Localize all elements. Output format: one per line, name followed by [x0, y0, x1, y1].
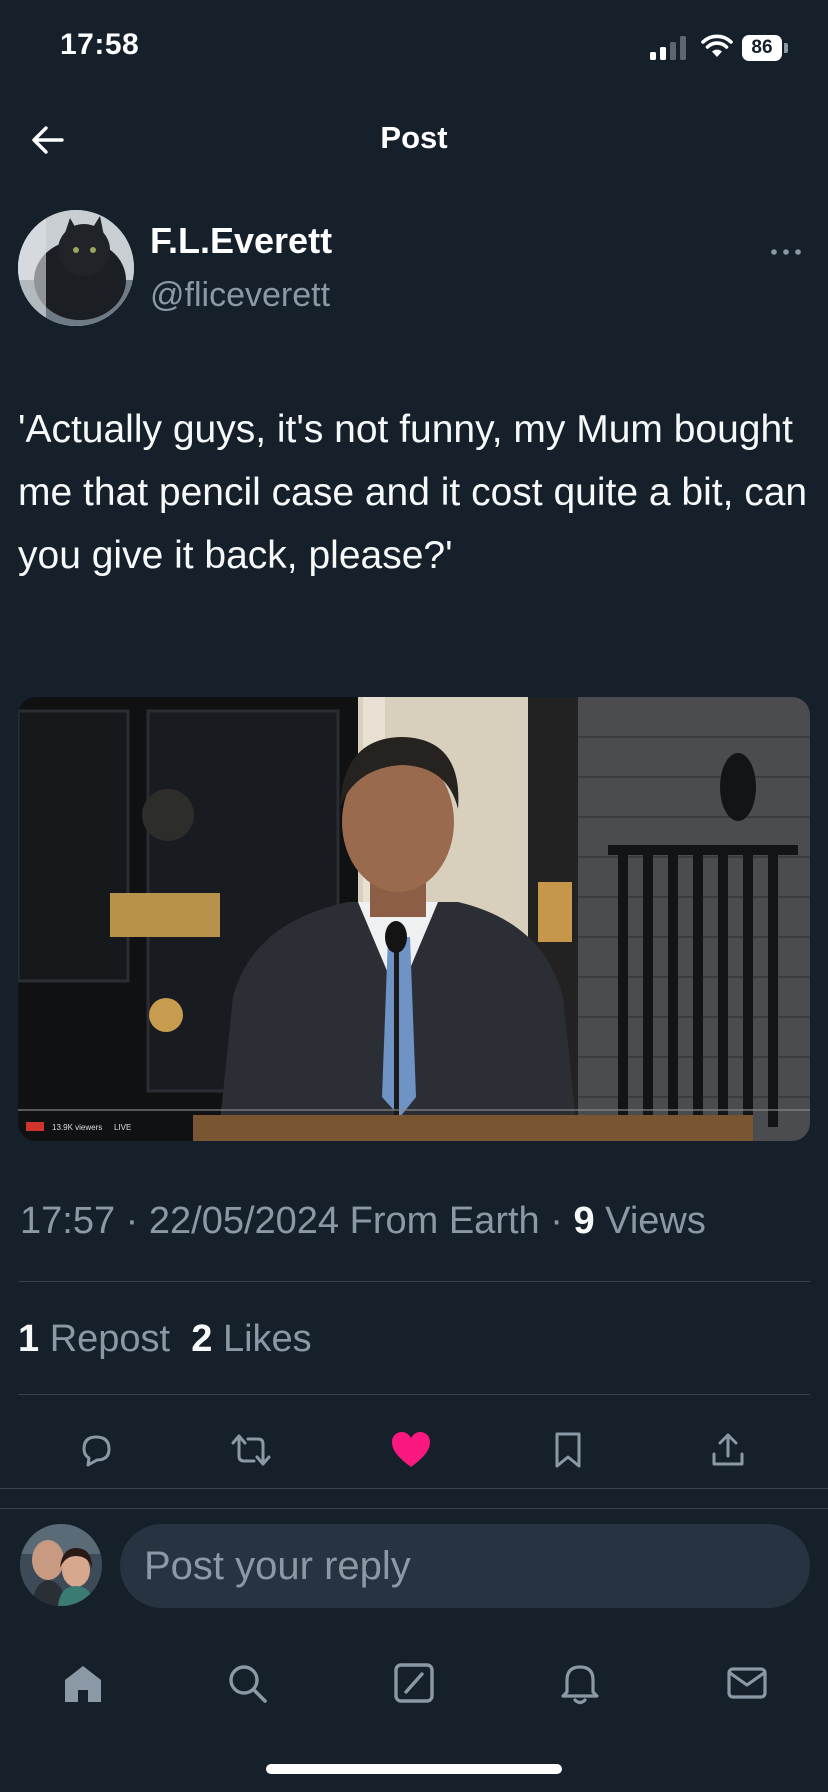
- divider: [18, 1394, 810, 1395]
- author-handle[interactable]: @fliceverett: [150, 276, 330, 315]
- media-overlay-views: 13.9K viewers: [52, 1123, 102, 1132]
- share-icon: [712, 1433, 744, 1466]
- bookmark-icon: [555, 1432, 581, 1468]
- tab-notifications[interactable]: [545, 1648, 615, 1718]
- current-user-avatar[interactable]: [20, 1524, 102, 1606]
- home-icon: [65, 1666, 101, 1702]
- divider: [0, 1508, 828, 1509]
- battery-level: 86: [742, 35, 782, 61]
- divider: [0, 1488, 828, 1489]
- heart-icon: [392, 1432, 430, 1467]
- signal-icon: [650, 36, 686, 60]
- share-button[interactable]: [698, 1420, 758, 1480]
- user-avatar-image: [20, 1524, 102, 1606]
- mail-icon: [727, 1667, 767, 1699]
- more-horizontal-icon: [771, 249, 801, 255]
- reply-button[interactable]: [66, 1420, 126, 1480]
- media-overlay-live: LIVE: [114, 1123, 131, 1132]
- page-title: Post: [380, 120, 448, 155]
- tweet-source: From Earth: [349, 1200, 540, 1242]
- comment-icon: [82, 1435, 111, 1467]
- tweet-media-image[interactable]: 13.9K viewers LIVE: [18, 697, 810, 1141]
- likes-count: 2: [191, 1318, 213, 1360]
- tab-grok[interactable]: [379, 1648, 449, 1718]
- tab-messages[interactable]: [712, 1648, 782, 1718]
- tab-home[interactable]: [48, 1648, 118, 1718]
- meta-separator: ·: [550, 1200, 563, 1242]
- home-indicator: [266, 1764, 562, 1774]
- press-conference-photo: 13.9K viewers LIVE: [18, 697, 810, 1141]
- tweet-stats: 1 Repost 2 Likes: [18, 1318, 312, 1361]
- cat-avatar-image: [18, 210, 134, 326]
- meta-separator: ·: [125, 1200, 139, 1242]
- like-button[interactable]: [381, 1420, 441, 1480]
- likes-stat[interactable]: 2 Likes: [191, 1318, 311, 1360]
- repost-icon: [231, 1434, 271, 1466]
- bell-icon: [561, 1665, 599, 1705]
- author-avatar[interactable]: [18, 210, 134, 326]
- views-count: 9: [573, 1200, 595, 1242]
- wifi-icon: [701, 34, 733, 57]
- repost-button[interactable]: [221, 1420, 281, 1480]
- battery-icon: 86: [742, 35, 788, 61]
- status-time: 17:58: [60, 28, 140, 61]
- reposts-count: 1: [18, 1318, 40, 1360]
- tweet-time: 17:57: [20, 1200, 116, 1242]
- more-button[interactable]: [770, 232, 802, 264]
- views-label: Views: [605, 1200, 706, 1242]
- tweet-meta: 17:57 · 22/05/2024 From Earth · 9 Views: [20, 1200, 706, 1243]
- reply-input[interactable]: [120, 1524, 810, 1608]
- tweet-text: 'Actually guys, it's not funny, my Mum b…: [18, 408, 808, 577]
- reposts-label: Repost: [49, 1318, 171, 1360]
- divider: [18, 1281, 810, 1282]
- search-icon: [229, 1665, 267, 1703]
- tab-search[interactable]: [212, 1648, 282, 1718]
- author-display-name[interactable]: F.L.Everett: [150, 220, 332, 262]
- tweet-date: 22/05/2024: [148, 1200, 340, 1242]
- grok-icon: [394, 1663, 434, 1703]
- reposts-stat[interactable]: 1 Repost: [18, 1318, 170, 1360]
- likes-label: Likes: [222, 1318, 312, 1360]
- bookmark-button[interactable]: [538, 1420, 598, 1480]
